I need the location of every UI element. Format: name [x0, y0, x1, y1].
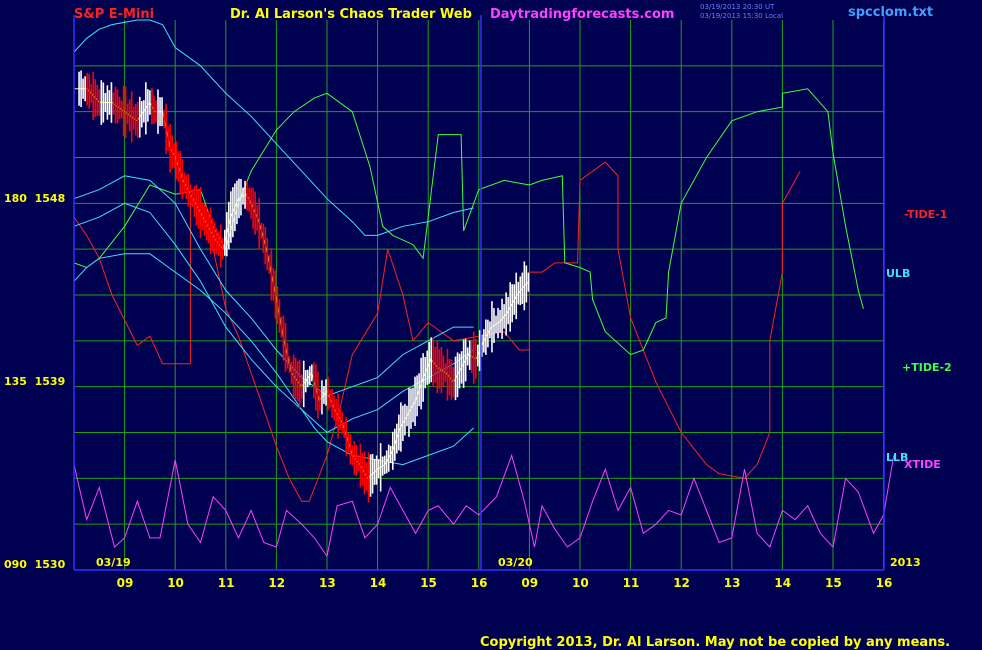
- chart: S&P E-Mini Dr. Al Larson's Chaos Trader …: [0, 0, 982, 650]
- year-label: 2013: [890, 556, 921, 569]
- copyright: Copyright 2013, Dr. Al Larson. May not b…: [480, 635, 950, 650]
- date-label-0319: 03/19: [96, 556, 131, 569]
- y-label-mid: 135 1539: [4, 375, 65, 388]
- site-label[interactable]: Daytradingforecasts.com: [490, 7, 674, 22]
- x-tick-label: 09: [521, 576, 538, 590]
- label-tide-minus-1: -TIDE-1: [904, 208, 947, 221]
- x-tick-label: 15: [825, 576, 842, 590]
- instrument-label: S&P E-Mini: [74, 7, 154, 22]
- label-xtide: XTIDE: [904, 458, 941, 471]
- x-tick-label: 14: [774, 576, 791, 590]
- x-tick-label: 14: [370, 576, 387, 590]
- y-label-bottom: 090 1530: [4, 558, 66, 571]
- x-tick-label: 15: [420, 576, 437, 590]
- y-label-top: 180 1548: [4, 192, 65, 205]
- x-tick-label: 16: [471, 576, 488, 590]
- date-label-0320: 03/20: [498, 556, 533, 569]
- x-tick-label: 13: [319, 576, 336, 590]
- x-tick-label: 11: [218, 576, 235, 590]
- label-ulb: ULB: [886, 267, 910, 280]
- x-tick-label: 12: [268, 576, 285, 590]
- label-tide-plus-2: +TIDE-2: [902, 361, 952, 374]
- file-label: spcclom.txt: [848, 5, 933, 20]
- timestamp-ut: 03/19/2013 20:30 UT: [700, 3, 775, 11]
- x-tick-label: 10: [167, 576, 184, 590]
- x-tick-label: 16: [876, 576, 893, 590]
- x-tick-label: 12: [673, 576, 690, 590]
- x-tick-label: 13: [724, 576, 741, 590]
- timestamp-local: 03/19/2013 15:30 Local: [700, 12, 783, 20]
- x-tick-label: 09: [117, 576, 134, 590]
- chart-title: Dr. Al Larson's Chaos Trader Web: [230, 7, 472, 22]
- x-tick-label: 11: [623, 576, 640, 590]
- x-tick-label: 10: [572, 576, 589, 590]
